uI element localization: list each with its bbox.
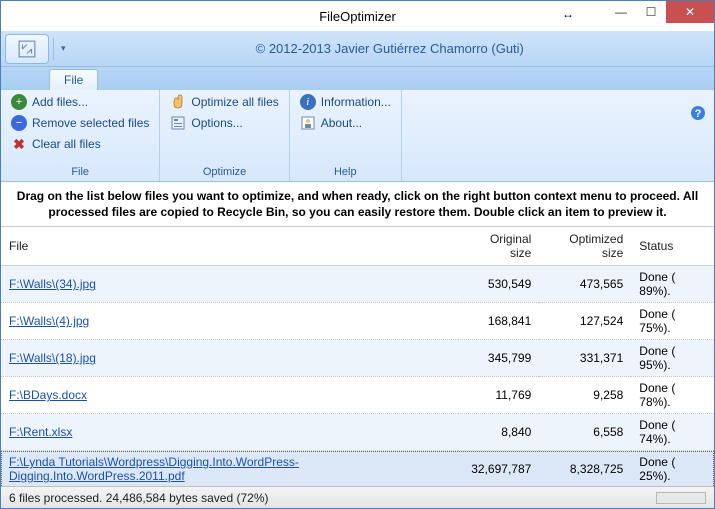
add-files-label: Add files... xyxy=(32,95,88,109)
app-menu-button[interactable] xyxy=(5,34,49,64)
cell-status: Done ( 75%). xyxy=(631,303,714,340)
cell-original-size: 11,769 xyxy=(458,377,539,414)
svg-text:?: ? xyxy=(695,108,702,120)
file-link[interactable]: F:\Walls\(4).jpg xyxy=(9,314,89,328)
ribbon-body: + Add files... − Remove selected files ✖… xyxy=(1,90,714,182)
table-row[interactable]: F:\Walls\(18).jpg 345,799331,371Done ( 95… xyxy=(1,340,714,377)
information-label: Information... xyxy=(321,95,391,109)
options-button[interactable]: Options... xyxy=(166,113,282,133)
statusbar: 6 files processed. 24,486,584 bytes save… xyxy=(1,486,714,508)
clear-all-button[interactable]: ✖ Clear all files xyxy=(7,134,153,154)
cell-optimized-size: 9,258 xyxy=(539,377,631,414)
table-row[interactable]: F:\Walls\(4).jpg 168,841127,524Done ( 75%… xyxy=(1,303,714,340)
cell-original-size: 8,840 xyxy=(458,414,539,451)
x-icon: ✖ xyxy=(11,136,27,152)
add-files-button[interactable]: + Add files... xyxy=(7,92,153,112)
cell-status: Done ( 95%). xyxy=(631,340,714,377)
maximize-button[interactable]: ☐ xyxy=(636,1,666,23)
file-link[interactable]: F:\Lynda Tutorials\Wordpress\Digging.Int… xyxy=(9,455,299,483)
ribbon-group-file: + Add files... − Remove selected files ✖… xyxy=(1,90,160,181)
titlebar: ↔ FileOptimizer — ☐ ✕ xyxy=(1,1,714,31)
optimize-all-button[interactable]: Optimize all files xyxy=(166,92,282,112)
quick-access-toolbar: ▾ © 2012-2013 Javier Gutiérrez Chamorro … xyxy=(1,31,714,67)
ribbon-group-help: i Information... About... Help xyxy=(290,90,402,181)
cell-optimized-size: 331,371 xyxy=(539,340,631,377)
info-icon: i xyxy=(300,94,316,110)
cell-status: Done ( 74%). xyxy=(631,414,714,451)
remove-selected-label: Remove selected files xyxy=(32,116,149,130)
table-row[interactable]: F:\Lynda Tutorials\Wordpress\Digging.Int… xyxy=(1,451,714,486)
copyright-text: © 2012-2013 Javier Gutiérrez Chamorro (G… xyxy=(66,41,714,56)
about-label: About... xyxy=(321,116,362,130)
cell-status: Done ( 25%). xyxy=(631,451,714,486)
cell-optimized-size: 8,328,725 xyxy=(539,451,631,486)
cell-original-size: 530,549 xyxy=(458,266,539,303)
cell-original-size: 345,799 xyxy=(458,340,539,377)
cell-status: Done ( 78%). xyxy=(631,377,714,414)
options-label: Options... xyxy=(191,116,242,130)
ribbon-group-help-label: Help xyxy=(296,164,395,181)
file-link[interactable]: F:\BDays.docx xyxy=(9,388,87,402)
file-table: File Original size Optimized size Status… xyxy=(1,227,714,486)
table-row[interactable]: F:\Walls\(34).jpg 530,549473,565Done ( 89… xyxy=(1,266,714,303)
cell-optimized-size: 127,524 xyxy=(539,303,631,340)
options-icon xyxy=(170,115,186,131)
file-link[interactable]: F:\Walls\(18).jpg xyxy=(9,351,96,365)
table-row[interactable]: F:\BDays.docx 11,7699,258Done ( 78%). xyxy=(1,377,714,414)
file-table-container[interactable]: File Original size Optimized size Status… xyxy=(1,227,714,486)
file-link[interactable]: F:\Walls\(34).jpg xyxy=(9,277,96,291)
col-original-size[interactable]: Original size xyxy=(458,227,539,266)
cell-original-size: 32,697,787 xyxy=(458,451,539,486)
minus-icon: − xyxy=(11,115,27,131)
hand-icon xyxy=(170,94,186,110)
plus-icon: + xyxy=(11,94,27,110)
col-file[interactable]: File xyxy=(1,227,458,266)
cell-optimized-size: 6,558 xyxy=(539,414,631,451)
remove-selected-button[interactable]: − Remove selected files xyxy=(7,113,153,133)
ribbon-tabstrip: File ? xyxy=(1,67,714,90)
table-row[interactable]: F:\Rent.xlsx 8,8406,558Done ( 74%). xyxy=(1,414,714,451)
cell-status: Done ( 89%). xyxy=(631,266,714,303)
col-optimized-size[interactable]: Optimized size xyxy=(539,227,631,266)
minimize-button[interactable]: — xyxy=(606,1,636,23)
information-button[interactable]: i Information... xyxy=(296,92,395,112)
col-status[interactable]: Status xyxy=(631,227,714,266)
status-text: 6 files processed. 24,486,584 bytes save… xyxy=(9,491,269,505)
ribbon-group-optimize: Optimize all files Options... Optimize xyxy=(160,90,289,181)
tab-file[interactable]: File xyxy=(49,69,98,90)
ribbon-group-optimize-label: Optimize xyxy=(166,164,282,181)
file-link[interactable]: F:\Rent.xlsx xyxy=(9,425,72,439)
cell-original-size: 168,841 xyxy=(458,303,539,340)
resize-icon: ↔ xyxy=(562,7,574,21)
progress-bar xyxy=(656,492,706,504)
optimize-all-label: Optimize all files xyxy=(191,95,278,109)
about-icon xyxy=(300,115,316,131)
clear-all-label: Clear all files xyxy=(32,137,101,151)
app-logo-icon xyxy=(18,40,36,58)
cell-optimized-size: 473,565 xyxy=(539,266,631,303)
window-controls: — ☐ ✕ xyxy=(606,1,714,23)
about-button[interactable]: About... xyxy=(296,113,395,133)
qat-separator xyxy=(53,38,59,60)
help-icon[interactable]: ? xyxy=(690,105,706,124)
close-button[interactable]: ✕ xyxy=(666,1,714,23)
ribbon-group-file-label: File xyxy=(7,164,153,181)
instruction-text: Drag on the list below files you want to… xyxy=(1,182,714,227)
